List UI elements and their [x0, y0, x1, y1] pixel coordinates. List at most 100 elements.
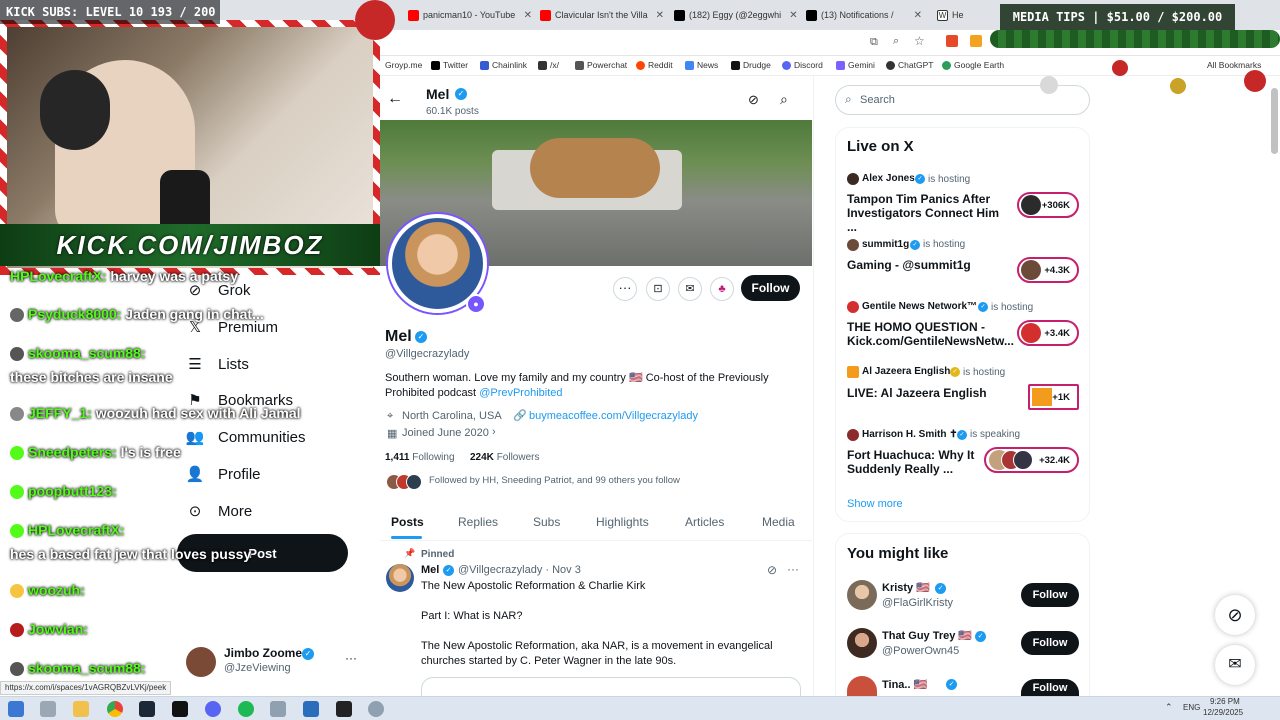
bookmark-item[interactable]: Powerchat	[575, 60, 627, 70]
start-icon[interactable]	[8, 701, 24, 717]
bio-mention-link[interactable]: @PrevProhibited	[479, 387, 562, 399]
extension-icon[interactable]	[946, 35, 958, 47]
more-options-icon[interactable]: ···	[613, 277, 637, 301]
app-icon[interactable]	[303, 701, 319, 717]
bookmark-item[interactable]: Gemini	[836, 60, 875, 70]
status-bar-url: https://x.com/i/spaces/1vAGRQBZvLVKj/pee…	[0, 681, 172, 695]
back-arrow-icon[interactable]: ←	[387, 90, 403, 108]
post-author-name[interactable]: Mel	[421, 564, 439, 576]
close-tab-icon[interactable]: ✕	[785, 10, 800, 21]
messages-float-icon[interactable]: ✉	[1215, 645, 1255, 685]
grok-icon[interactable]: ⊘	[767, 563, 777, 577]
scrollbar-thumb[interactable]	[1271, 88, 1278, 154]
post-handle-date[interactable]: @Villgecrazylady · Nov 3	[458, 564, 581, 576]
chevron-right-icon[interactable]: ›	[492, 426, 496, 438]
tab-media[interactable]: Media	[762, 515, 795, 529]
browser-tab[interactable]: panicman10 - YouTube ✕	[408, 5, 536, 25]
follow-button[interactable]: Follow	[1021, 631, 1079, 655]
tray-chevron-icon[interactable]: ⌃	[1165, 702, 1173, 713]
suggestion-name[interactable]: Tina.. 🇺🇸	[882, 678, 927, 691]
install-app-icon[interactable]: ⧉	[870, 36, 878, 49]
chrome-icon[interactable]	[107, 701, 123, 717]
account-avatar[interactable]	[186, 647, 216, 677]
bookmark-item[interactable]: Chainlink	[480, 60, 527, 70]
settings-gear-icon[interactable]	[368, 701, 384, 717]
tab-highlights[interactable]: Highlights	[596, 515, 649, 529]
listener-count-pill[interactable]: +32.4K	[984, 447, 1079, 473]
language-indicator[interactable]: ENG	[1183, 703, 1200, 712]
verified-badge-icon: ✓	[946, 679, 957, 690]
tab-replies[interactable]: Replies	[458, 515, 498, 529]
app-icon[interactable]	[270, 701, 286, 717]
discord-icon[interactable]	[205, 701, 221, 717]
suggestion-avatar[interactable]	[847, 628, 877, 658]
bookmark-item[interactable]: Drudge	[731, 60, 771, 70]
followers-link[interactable]: 224K Followers	[470, 452, 539, 463]
list-icon: ☰	[188, 356, 202, 373]
extension-icon[interactable]	[970, 35, 982, 47]
browser-tab[interactable]: (182) Eggy (@2eggwhi ✕	[674, 5, 800, 25]
nav-more[interactable]: ⊙ More	[186, 499, 252, 523]
search-icon[interactable]: ⌕	[780, 91, 788, 108]
bookmark-item[interactable]: Google Earth	[942, 60, 1004, 70]
terminal-icon[interactable]	[172, 701, 188, 717]
steam-icon[interactable]	[139, 701, 155, 717]
suggestion-avatar[interactable]	[847, 580, 877, 610]
tab-posts[interactable]: Posts	[391, 515, 424, 529]
bookmark-item[interactable]: All Bookmarks	[1207, 60, 1261, 70]
zoom-icon[interactable]: ⌕	[893, 35, 899, 48]
listener-count-pill[interactable]: +3.4K	[1017, 320, 1079, 346]
file-explorer-icon[interactable]	[73, 701, 89, 717]
bookmark-item[interactable]: Groyp.me	[385, 60, 422, 70]
grok-float-icon[interactable]: ⊘	[1215, 595, 1255, 635]
browser-tab[interactable]: Clavicular Isn't the Villa ✕	[540, 5, 668, 25]
spaces-live-icon[interactable]: ●	[466, 294, 486, 314]
close-tab-icon[interactable]: ✕	[520, 10, 536, 21]
followed-by-text[interactable]: Followed by HH, Sneeding Patriot, and 99…	[429, 475, 680, 486]
browser-tab[interactable]: W He	[937, 5, 977, 25]
profile-handle: @Villgecrazylady	[385, 348, 470, 360]
task-view-icon[interactable]	[40, 701, 56, 717]
grok-icon[interactable]: ⊘	[748, 92, 759, 108]
bookmark-star-icon[interactable]: ☆	[914, 34, 925, 48]
bookmark-item[interactable]: Reddit	[636, 60, 673, 70]
tab-subs[interactable]: Subs	[533, 515, 560, 529]
bookmark-item[interactable]: /x/	[538, 60, 559, 70]
bookmark-item[interactable]: Twitter	[431, 60, 468, 70]
suggestion-name[interactable]: Kristy 🇺🇸	[882, 581, 930, 594]
following-link[interactable]: 1,411 Following	[385, 452, 455, 463]
account-menu-icon[interactable]: ···	[345, 651, 357, 665]
subscribe-icon[interactable]: ♣	[710, 277, 734, 301]
close-tab-icon[interactable]: ✕	[652, 10, 668, 21]
bookmark-item[interactable]: News	[685, 60, 718, 70]
profile-website-link[interactable]: buymeacoffee.com/Villgecrazylady	[529, 410, 698, 422]
follow-button[interactable]: Follow	[741, 275, 800, 301]
post-author-avatar[interactable]	[386, 564, 414, 592]
suggestion-name[interactable]: That Guy Trey 🇺🇸	[882, 629, 972, 642]
grok-analyze-icon[interactable]: ⊡	[646, 277, 670, 301]
bookmark-item[interactable]: ChatGPT	[886, 60, 933, 70]
account-name[interactable]: Jimbo Zoomer	[224, 646, 307, 660]
search-placeholder[interactable]: Search	[860, 94, 895, 106]
listener-count-pill[interactable]: +306K	[1017, 192, 1079, 218]
show-more-link[interactable]: Show more	[847, 498, 903, 510]
nav-lists[interactable]: ☰ Lists	[186, 352, 249, 376]
chat-message: woozuh:	[10, 582, 85, 599]
close-tab-icon[interactable]: ✕	[910, 10, 926, 21]
bookmark-item[interactable]: Discord	[782, 60, 823, 70]
nav-profile[interactable]: 👤 Profile	[186, 462, 261, 486]
clock-time[interactable]: 9:26 PM	[1210, 697, 1240, 706]
post-more-icon[interactable]: ···	[787, 562, 799, 576]
listener-count-pill[interactable]: +1K	[1028, 384, 1079, 410]
obs-icon[interactable]	[336, 701, 352, 717]
nav-communities[interactable]: 👥 Communities	[186, 425, 306, 449]
listener-count-pill[interactable]: +4.3K	[1017, 257, 1079, 283]
follow-button[interactable]: Follow	[1021, 583, 1079, 607]
browser-tab[interactable]: (13) Notifications / ✕	[806, 5, 926, 25]
tab-articles[interactable]: Articles	[685, 515, 724, 529]
post-media-preview[interactable]	[421, 677, 801, 696]
clock-date[interactable]: 12/29/2025	[1203, 708, 1243, 717]
spotify-icon[interactable]	[238, 701, 254, 717]
follow-button[interactable]: Follow	[1021, 679, 1079, 696]
message-icon[interactable]: ✉	[678, 277, 702, 301]
